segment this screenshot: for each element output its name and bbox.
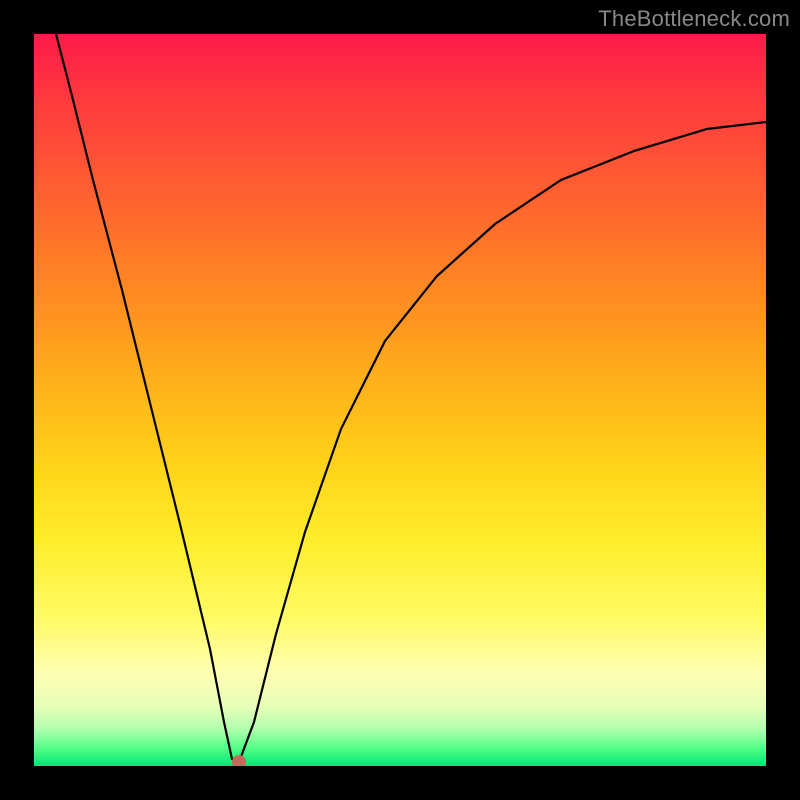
minimum-marker [232,755,246,766]
bottleneck-curve [56,34,766,762]
chart-frame: TheBottleneck.com [0,0,800,800]
plot-area [34,34,766,766]
curve-layer [34,34,766,766]
watermark-text: TheBottleneck.com [598,6,790,32]
